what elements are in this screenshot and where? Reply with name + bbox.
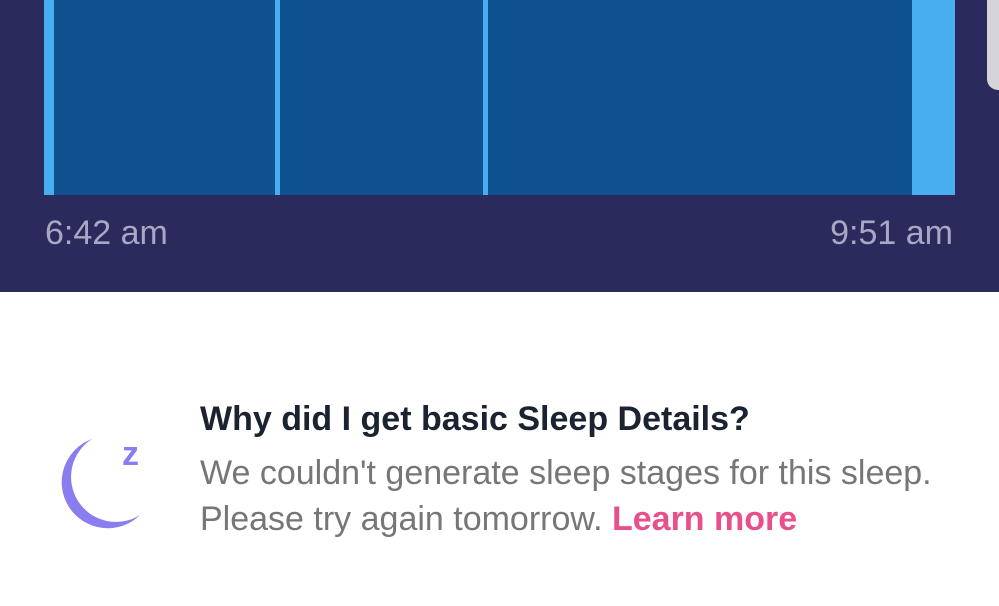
zzz-letter: z <box>122 435 139 473</box>
basic-sleep-info-card: z Why did I get basic Sleep Details? We … <box>0 292 999 606</box>
sleep-chart-panel: 6:42 am 9:51 am <box>0 0 999 292</box>
sleep-segment-asleep <box>279 0 484 195</box>
sleep-segment-awake <box>912 0 955 195</box>
sleep-segment-asleep <box>487 0 913 195</box>
sleep-timeline[interactable] <box>44 0 955 195</box>
scrollbar-thumb[interactable] <box>987 0 999 90</box>
info-body-text: We couldn't generate sleep stages for th… <box>200 454 932 538</box>
info-body: We couldn't generate sleep stages for th… <box>200 450 940 542</box>
start-time-label: 6:42 am <box>45 214 168 252</box>
sleep-segment-awake <box>44 0 55 195</box>
learn-more-link[interactable]: Learn more <box>612 500 797 538</box>
end-time-label: 9:51 am <box>830 214 953 252</box>
sleep-segment-asleep <box>54 0 276 195</box>
info-title: Why did I get basic Sleep Details? <box>200 400 750 438</box>
moon-zzz-icon: z <box>61 435 141 529</box>
